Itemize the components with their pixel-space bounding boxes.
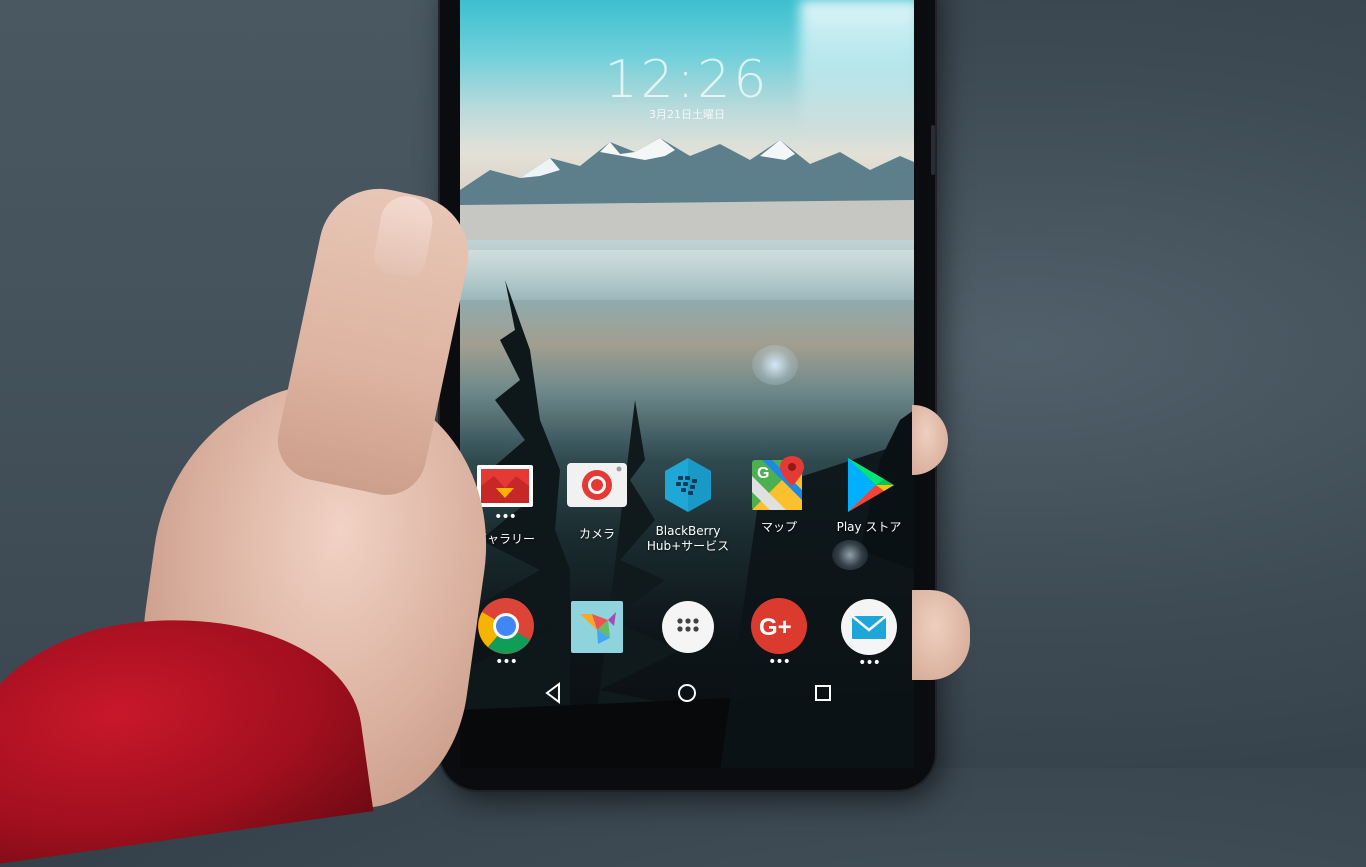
finger-tip (912, 405, 948, 475)
hand-holding-phone (0, 0, 1366, 867)
finger-tip (912, 590, 970, 680)
